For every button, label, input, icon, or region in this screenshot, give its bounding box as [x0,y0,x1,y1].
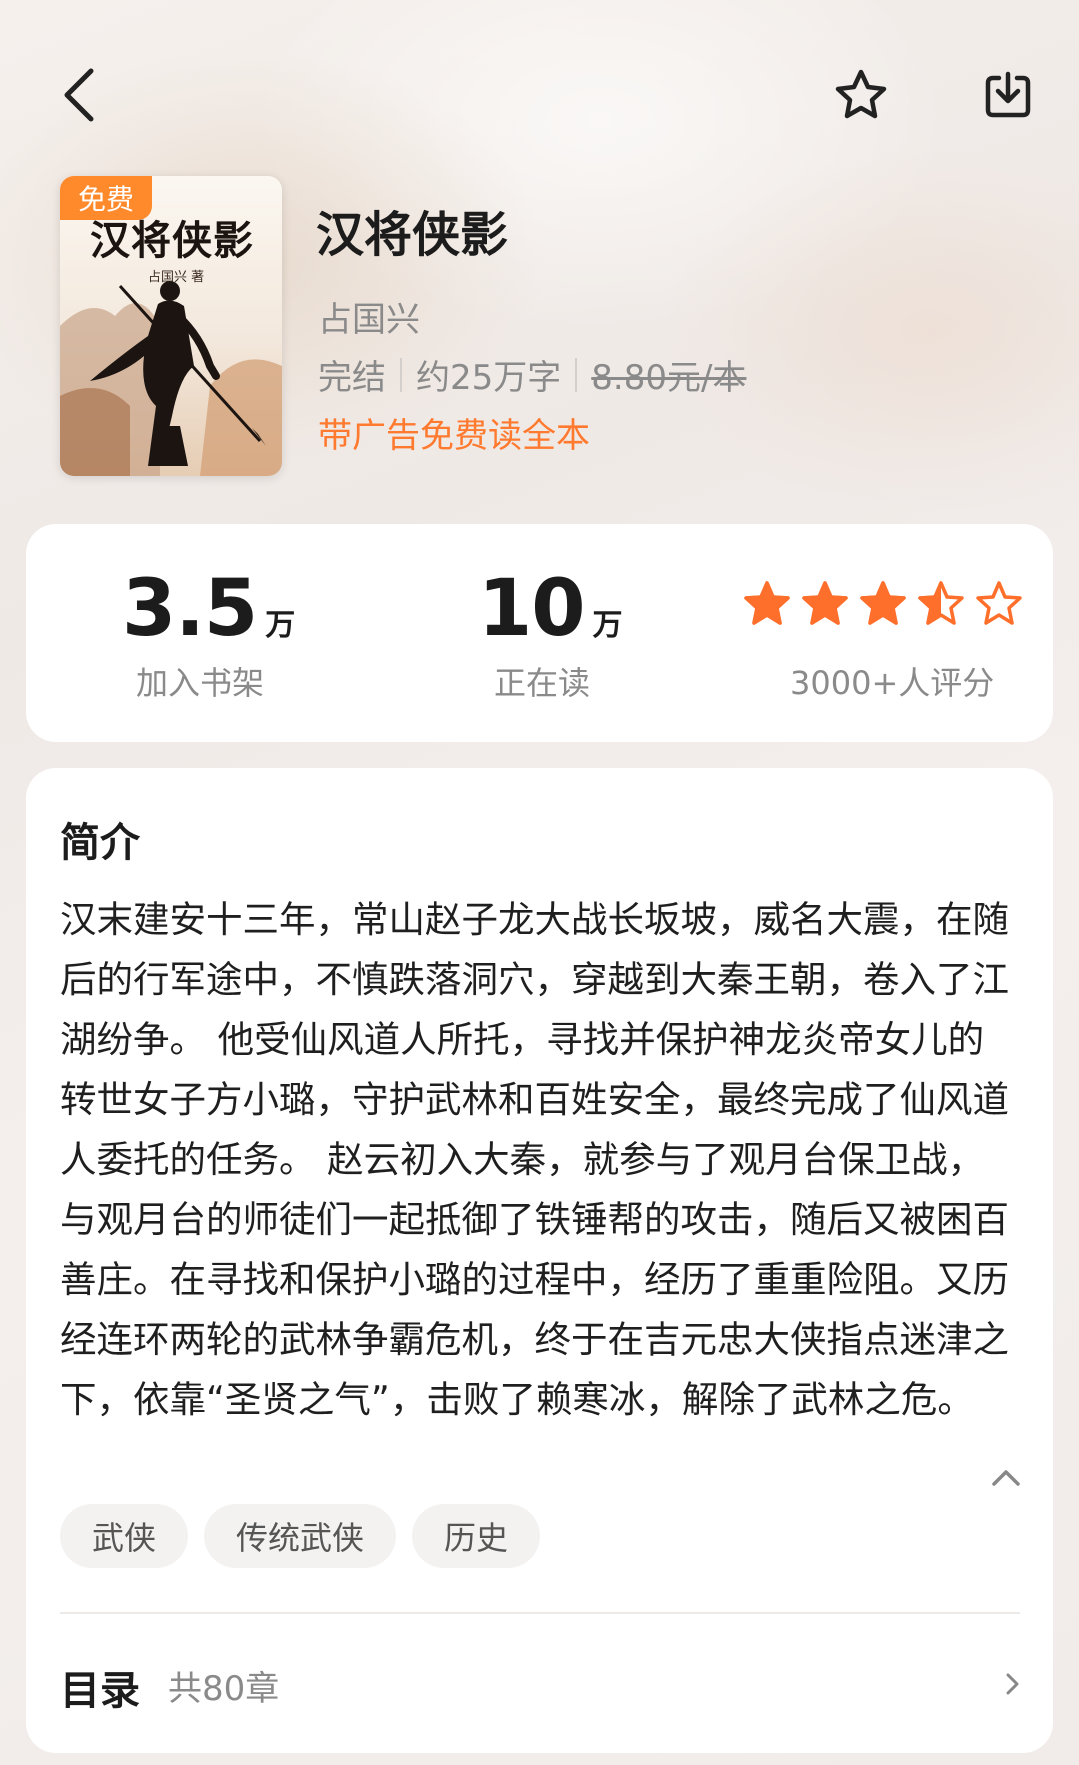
chevron-up-icon[interactable] [986,1458,1026,1498]
rating-label: 3000+人评分 [790,664,995,702]
star-filled-icon [860,581,906,625]
reading-label: 正在读 [494,664,591,702]
star-empty-icon [976,581,1022,625]
stats-card: 3.5 万 加入书架 10 万 正在读 3000+人评分 [26,524,1053,742]
book-meta: 完结 约25万字 8.80元/本 [318,350,746,399]
intro-text: 汉末建安十三年，常山赵子龙大战长坂坡，威名大震，在随后的行军途中，不慎跌落洞穴，… [60,898,1009,1421]
tag-chip[interactable]: 传统武侠 [204,1504,397,1568]
rating-stars [744,580,1022,626]
book-status: 完结 [318,358,386,398]
cover-author: 占国兴 著 [148,270,205,285]
tag-chip[interactable]: 历史 [412,1504,541,1568]
divider [60,1612,1020,1614]
shelf-count: 3.5 万 [122,564,295,654]
meta-divider [575,357,578,392]
intro-card: 简介 汉末建安十三年，常山赵子龙大战长坂坡，威名大震，在随后的行军途中，不慎跌落… [26,768,1053,1753]
chevron-right-icon[interactable] [998,1670,1026,1698]
toc-chapter-count: 共80章 [168,1669,280,1709]
favorite-button[interactable] [828,62,894,128]
download-icon [985,71,1031,118]
star-filled-icon [744,581,790,625]
book-title: 汉将侠影 [316,207,509,263]
toc-label[interactable]: 目录 [60,1658,140,1716]
download-button[interactable] [975,62,1041,128]
book-author[interactable]: 占国兴 [318,292,420,341]
star-half-icon [918,581,964,625]
tag-list: 武侠 传统武侠 历史 [60,1504,541,1568]
back-button[interactable] [48,58,108,132]
book-price: 8.80元/本 [591,358,747,398]
book-word-count: 约25万字 [416,358,562,398]
shelf-label: 加入书架 [136,664,265,702]
tag-chip[interactable]: 武侠 [60,1504,189,1568]
book-cover[interactable]: 汉将侠影 占国兴 著 [60,176,282,476]
star-outline-icon [835,69,887,119]
reading-count: 10 万 [478,564,623,654]
free-read-promo[interactable]: 带广告免费读全本 [318,408,590,457]
meta-divider [400,357,402,392]
chevron-left-icon [64,68,94,122]
star-filled-icon [802,581,848,625]
free-badge: 免费 [60,176,152,220]
intro-title: 简介 [60,820,140,866]
